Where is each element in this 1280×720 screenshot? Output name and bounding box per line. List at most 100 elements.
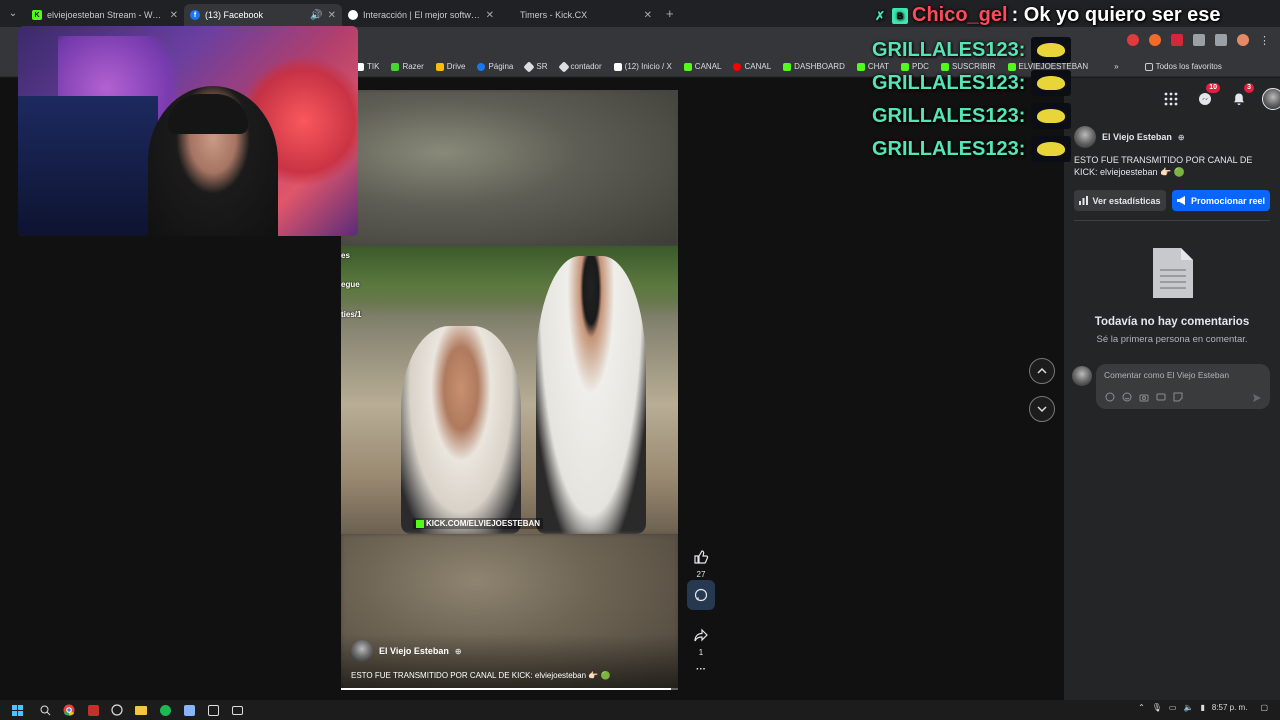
comment-placeholder[interactable]: Comentar como El Viejo Esteban <box>1104 370 1229 380</box>
search-icon[interactable] <box>38 703 52 717</box>
puzzle-icon[interactable] <box>1193 34 1205 46</box>
more-options-button[interactable]: ··· <box>688 664 714 675</box>
chat-text: : Ok yo quiero ser ese <box>1011 4 1221 26</box>
network-icon[interactable]: ▭ <box>1169 703 1177 712</box>
bookmark-canal-youtube[interactable]: CANAL <box>733 62 771 71</box>
share-icon[interactable] <box>688 622 714 648</box>
app-icon[interactable] <box>86 703 100 717</box>
megaphone-icon <box>1176 196 1185 205</box>
messenger-icon[interactable]: 10 <box>1194 83 1220 109</box>
tab-search-button[interactable]: ⌄ <box>0 0 26 27</box>
app-icon <box>348 10 358 20</box>
watermark-text: KICK.COM/ELVIEJOESTEBAN <box>426 519 541 528</box>
next-reel-button[interactable] <box>1029 396 1055 422</box>
panel-author[interactable]: El Viejo Esteban ⊕ <box>1074 126 1185 148</box>
speaker-icon[interactable]: 🔊 <box>310 10 322 21</box>
video-progress-bar[interactable] <box>341 688 678 690</box>
bookmark-contador[interactable]: contador <box>557 60 602 73</box>
profile-avatar[interactable] <box>1237 34 1249 46</box>
folder-icon[interactable] <box>134 703 148 717</box>
bookmark-label: contador <box>570 62 602 71</box>
promote-label: Promocionar reel <box>1190 195 1266 206</box>
like-action[interactable]: 27 <box>688 544 714 579</box>
share-action[interactable]: 1 <box>688 622 714 657</box>
kebab-menu-icon[interactable]: ⋮ <box>1259 34 1270 47</box>
tab-facebook[interactable]: f (13) Facebook 🔊 ✕ <box>184 4 342 26</box>
bookmark-tik[interactable]: TIK <box>356 62 379 71</box>
promote-reel-button[interactable]: Promocionar reel <box>1172 190 1270 211</box>
diamond-icon <box>557 60 570 73</box>
gif-icon[interactable] <box>1155 391 1167 403</box>
video-blur-top <box>341 90 678 246</box>
microphone-icon[interactable]: 🎙 <box>1152 703 1162 712</box>
sticker-icon[interactable] <box>1172 391 1184 403</box>
bookmark-dashboard[interactable]: DASHBOARD <box>783 62 845 71</box>
author-name[interactable]: El Viejo Esteban <box>1102 132 1172 142</box>
menu-grid-icon[interactable] <box>1160 89 1182 109</box>
volume-icon[interactable]: 🔈 <box>1183 703 1193 712</box>
close-tab-icon[interactable]: ✕ <box>486 10 494 21</box>
avatar-sticker-icon[interactable] <box>1104 391 1116 403</box>
view-stats-button[interactable]: Ver estadísticas <box>1074 190 1166 211</box>
more-icon[interactable]: ··· <box>696 664 706 675</box>
bookmark-canal-kick[interactable]: CANAL <box>683 62 721 71</box>
clock[interactable]: 8:57 p. m. <box>1212 703 1248 712</box>
battery-icon[interactable]: ▮ <box>1200 703 1204 712</box>
comment-action[interactable] <box>687 580 715 610</box>
extension-icon[interactable] <box>1149 34 1161 46</box>
video-frame: es egue ties/1 KICK.COM/ELVIEJOESTEBAN <box>341 246 678 534</box>
webcam-overlay <box>18 26 358 236</box>
extension-icon[interactable] <box>1171 34 1183 46</box>
app-icon[interactable] <box>230 703 244 717</box>
chat-username: GRILLALES123: <box>872 104 1026 127</box>
kick-icon <box>416 519 424 528</box>
send-icon[interactable] <box>1252 390 1262 408</box>
windows-start-icon[interactable] <box>10 703 24 717</box>
reel-author[interactable]: El Viejo Esteban ⊕ <box>351 640 462 662</box>
bookmark-x[interactable]: (12) Inicio / X <box>613 62 672 71</box>
close-tab-icon[interactable]: ✕ <box>644 10 652 21</box>
reel-video[interactable]: es egue ties/1 KICK.COM/ELVIEJOESTEBAN E… <box>341 90 678 690</box>
bell-icon[interactable]: 3 <box>1228 83 1254 109</box>
avatar[interactable] <box>351 640 373 662</box>
razer-icon <box>391 62 400 71</box>
avatar[interactable] <box>1074 126 1096 148</box>
bookmark-pagina[interactable]: Página <box>477 62 513 71</box>
app-icon[interactable] <box>182 703 196 717</box>
bookmark-razer[interactable]: Razer <box>391 62 424 71</box>
camera-icon[interactable] <box>1138 391 1150 403</box>
emoji-icon[interactable] <box>1121 391 1133 403</box>
bookmarks-overflow-button[interactable]: » <box>1114 62 1118 71</box>
author-name[interactable]: El Viejo Esteban <box>379 646 449 656</box>
spotify-icon[interactable] <box>158 703 172 717</box>
extension-icon[interactable] <box>1127 34 1139 46</box>
thumbs-up-icon[interactable] <box>688 544 714 570</box>
emote-icon <box>1031 37 1072 63</box>
new-tab-button[interactable]: + <box>666 6 674 21</box>
emote-icon <box>1031 70 1072 96</box>
tab-timers[interactable]: Timers - Kick.CX ✕ <box>500 4 658 26</box>
previous-reel-button[interactable] <box>1029 358 1055 384</box>
close-tab-icon[interactable]: ✕ <box>170 10 178 21</box>
account-avatar[interactable] <box>1262 88 1280 110</box>
share-count: 1 <box>698 648 704 657</box>
close-tab-icon[interactable]: ✕ <box>328 10 336 21</box>
tab-interaccion[interactable]: Interacción | El mejor software ✕ <box>342 4 500 26</box>
chevron-up-icon[interactable]: ⌃ <box>1138 703 1145 712</box>
overlay-text: ties/1 <box>341 310 362 319</box>
bookmark-drive[interactable]: Drive <box>435 62 465 71</box>
app-icon[interactable] <box>206 703 220 717</box>
sword-badge-icon: ✗ <box>874 8 886 23</box>
chrome-icon[interactable] <box>62 703 76 717</box>
comment-input[interactable]: Comentar como El Viejo Esteban <box>1096 364 1270 409</box>
notification-center-icon[interactable]: ▢ <box>1260 703 1268 712</box>
webcam-gaming-chair <box>18 96 158 236</box>
video-person-standing <box>536 256 646 534</box>
comment-icon[interactable] <box>687 580 715 610</box>
all-favorites-button[interactable]: Todos los favoritos <box>1144 62 1222 71</box>
no-comments-title: Todavía no hay comentarios <box>1094 316 1250 328</box>
whatsapp-icon[interactable] <box>110 703 124 717</box>
bookmark-sr[interactable]: SR <box>523 60 548 73</box>
media-icon[interactable] <box>1215 34 1227 46</box>
tab-kick-stream[interactable]: K elviejoesteban Stream - Watch ✕ <box>26 4 184 26</box>
